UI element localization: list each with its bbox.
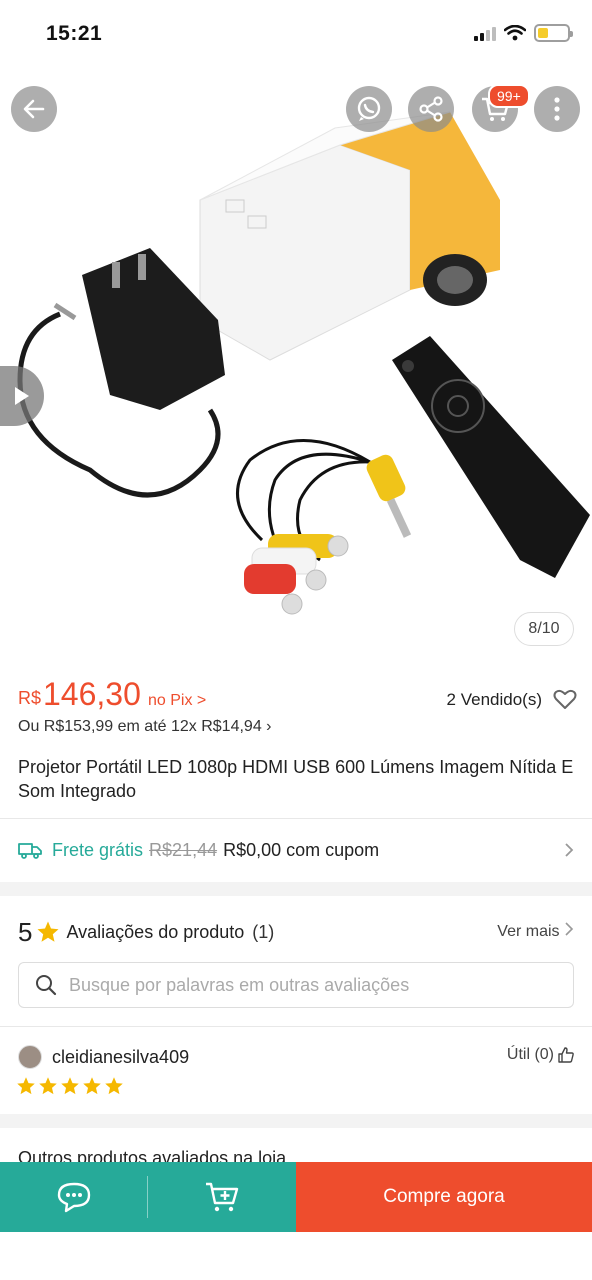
chat-icon xyxy=(57,1182,91,1213)
back-button[interactable] xyxy=(11,86,57,132)
chevron-right-icon xyxy=(565,922,574,936)
bottom-action-bar: Compre agora xyxy=(0,1162,592,1232)
more-icon xyxy=(554,97,560,121)
review-search-box[interactable] xyxy=(18,962,574,1008)
free-shipping-label: Frete grátis xyxy=(52,839,144,860)
divider xyxy=(0,1026,592,1027)
whatsapp-button[interactable] xyxy=(346,86,392,132)
price-value: 146,30 xyxy=(43,676,141,712)
product-title: Projetor Portátil LED 1080p HDMI USB 600… xyxy=(18,757,574,801)
pix-link[interactable]: no Pix > xyxy=(148,692,206,710)
price-row: R$ 146,30 no Pix > 2 Vendido(s) xyxy=(18,676,578,716)
star-icon xyxy=(105,1077,123,1095)
reviewer-name: cleidianesilva409 xyxy=(52,1046,190,1067)
share-button[interactable] xyxy=(408,86,454,132)
divider xyxy=(0,818,592,819)
battery-icon xyxy=(534,24,573,42)
product-image-gallery[interactable]: 99+ 8/10 xyxy=(0,70,592,660)
installments-link[interactable]: Ou R$153,99 em até 12x R$14,94 › xyxy=(18,718,272,736)
wifi-icon xyxy=(504,25,526,41)
old-shipping-price: R$21,44 xyxy=(149,839,218,860)
truck-icon xyxy=(18,843,42,859)
more-options-button[interactable] xyxy=(534,86,580,132)
star-icon xyxy=(61,1077,79,1095)
see-more-label: Ver mais xyxy=(497,923,560,940)
chevron-right-icon xyxy=(565,843,574,857)
review-item: cleidianesilva409 Útil (0) xyxy=(18,1042,574,1072)
image-counter: 8/10 xyxy=(514,612,574,646)
star-icon xyxy=(83,1077,101,1095)
add-to-cart-icon xyxy=(206,1182,239,1212)
review-search-input[interactable] xyxy=(69,974,539,996)
status-time: 15:21 xyxy=(46,22,103,45)
back-arrow-icon xyxy=(23,99,45,119)
rating-number: 5 xyxy=(18,916,33,947)
add-to-cart-button[interactable] xyxy=(148,1162,296,1232)
star-icon xyxy=(39,1077,57,1095)
share-icon xyxy=(419,96,443,122)
coupon-shipping-price: R$0,00 com cupom xyxy=(223,839,380,860)
play-icon xyxy=(15,387,29,405)
button-separator xyxy=(147,1176,148,1218)
signal-icon xyxy=(474,25,496,41)
cart-badge: 99+ xyxy=(488,84,530,108)
reviews-title: Avaliações do produto xyxy=(66,921,245,942)
reviews-header: 5 Avaliações do produto (1) xyxy=(18,916,574,948)
see-more-link[interactable]: Ver mais xyxy=(497,922,574,941)
product-photo xyxy=(17,111,590,615)
section-gap xyxy=(0,882,592,896)
thumbs-up-icon xyxy=(558,1047,574,1063)
reviews-count: (1) xyxy=(252,921,275,942)
star-icon xyxy=(17,1077,35,1095)
status-icons xyxy=(474,24,573,42)
price-currency: R$ xyxy=(18,688,42,708)
status-bar: 15:21 xyxy=(0,0,592,70)
sold-count: 2 Vendido(s) xyxy=(446,690,542,709)
useful-label: Útil (0) xyxy=(506,1046,554,1063)
useful-button[interactable]: Útil (0) xyxy=(507,1046,574,1064)
buy-now-button[interactable]: Compre agora xyxy=(296,1162,592,1232)
search-icon xyxy=(36,975,57,996)
star-icon xyxy=(37,921,59,942)
home-indicator-area xyxy=(0,1232,592,1280)
shipping-row[interactable]: Frete grátis R$21,44 R$0,00 com cupom xyxy=(18,836,574,864)
section-gap xyxy=(0,1114,592,1128)
review-stars xyxy=(16,1076,124,1096)
whatsapp-icon xyxy=(357,96,381,121)
avatar[interactable] xyxy=(18,1045,42,1069)
chat-button[interactable] xyxy=(0,1162,148,1232)
heart-icon[interactable] xyxy=(552,686,578,712)
